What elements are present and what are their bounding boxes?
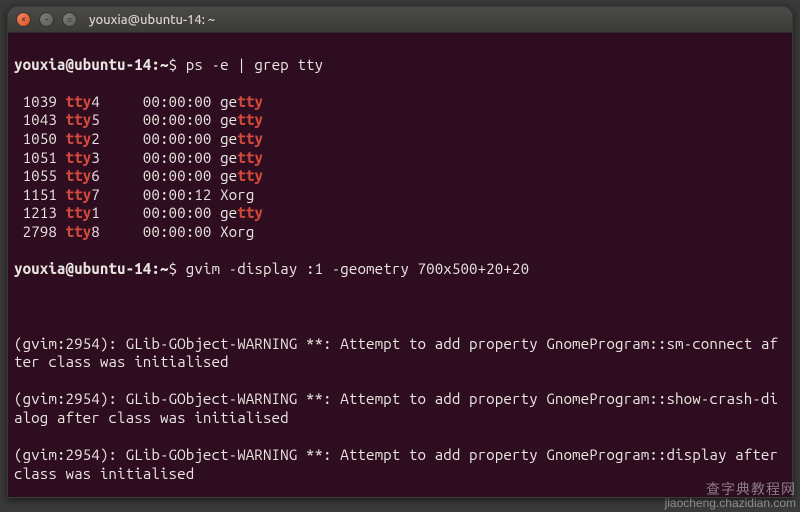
prompt-path: ~ — [160, 56, 169, 73]
blank-line — [14, 372, 786, 391]
close-icon[interactable]: × — [16, 12, 31, 27]
tty-num: 4 — [91, 93, 100, 110]
tty-match: tty — [66, 204, 92, 221]
tty-match: tty — [66, 186, 92, 203]
tty-match: tty — [237, 111, 263, 128]
row-rest: 00:00:00 ge — [100, 93, 237, 110]
tty-match: tty — [66, 223, 92, 240]
pid: 1151 — [14, 186, 66, 203]
pid: 1051 — [14, 149, 66, 166]
pid: 1039 — [14, 93, 66, 110]
pid: 2798 — [14, 223, 66, 240]
warning-line: (gvim:2954): GLib-GObject-WARNING **: At… — [14, 446, 786, 483]
ps-row: 1055 tty6 00:00:00 getty — [14, 167, 786, 186]
watermark-line-2: jiaocheng.chazidian.com — [665, 496, 796, 510]
ps-row: 1151 tty7 00:00:12 Xorg — [14, 186, 786, 205]
command-arg: tty — [297, 56, 323, 73]
pid: 1050 — [14, 130, 66, 147]
maximize-icon[interactable]: ▫ — [62, 12, 77, 27]
tty-num: 6 — [91, 167, 100, 184]
tty-num: 7 — [91, 186, 100, 203]
prompt-dollar: $ — [169, 260, 178, 277]
tty-match: tty — [66, 93, 92, 110]
prompt-line-2: youxia@ubuntu-14:~$ gvim -display :1 -ge… — [14, 260, 786, 279]
ps-row: 1043 tty5 00:00:00 getty — [14, 111, 786, 130]
prompt-dollar: $ — [169, 56, 178, 73]
prompt-path: ~ — [160, 260, 169, 277]
pid: 1213 — [14, 204, 66, 221]
window-title: youxia@ubuntu-14: ~ — [89, 13, 215, 27]
prompt-user-host: youxia@ubuntu-14 — [14, 260, 151, 277]
ps-row: 1213 tty1 00:00:00 getty — [14, 204, 786, 223]
row-rest: 00:00:00 ge — [100, 167, 237, 184]
watermark-line-1: 查字典教程网 — [665, 482, 796, 496]
ps-row: 1050 tty2 00:00:00 getty — [14, 130, 786, 149]
terminal-body[interactable]: youxia@ubuntu-14:~$ ps -e | grep tty 103… — [8, 33, 792, 498]
tty-num: 5 — [91, 111, 100, 128]
prompt-sep: : — [151, 56, 160, 73]
ps-output: 1039 tty4 00:00:00 getty 1043 tty5 00:00… — [14, 93, 786, 242]
tty-match: tty — [66, 167, 92, 184]
ps-row: 1039 tty4 00:00:00 getty — [14, 93, 786, 112]
tty-match: tty — [66, 111, 92, 128]
tty-num: 2 — [91, 130, 100, 147]
row-rest: 00:00:00 ge — [100, 149, 237, 166]
row-rest: 00:00:00 ge — [100, 111, 237, 128]
minimize-icon[interactable]: – — [39, 12, 54, 27]
tty-match: tty — [66, 130, 92, 147]
command-text: gvim -display :1 -geometry 700x500+20+20 — [186, 260, 529, 277]
tty-match: tty — [237, 149, 263, 166]
prompt-user-host: youxia@ubuntu-14 — [14, 56, 151, 73]
pid: 1043 — [14, 111, 66, 128]
terminal-window: × – ▫ youxia@ubuntu-14: ~ youxia@ubuntu-… — [7, 6, 793, 498]
ps-row: 1051 tty3 00:00:00 getty — [14, 149, 786, 168]
row-rest: 00:00:00 ge — [100, 204, 237, 221]
row-rest: 00:00:00 ge — [100, 130, 237, 147]
tty-num: 8 — [91, 223, 100, 240]
row-rest: 00:00:12 Xorg — [100, 186, 255, 203]
blank-line — [14, 297, 786, 316]
prompt-line-1: youxia@ubuntu-14:~$ ps -e | grep tty — [14, 56, 786, 75]
tty-num: 1 — [91, 204, 100, 221]
blank-line — [14, 427, 786, 446]
tty-num: 3 — [91, 149, 100, 166]
tty-match: tty — [237, 93, 263, 110]
row-rest: 00:00:00 Xorg — [100, 223, 255, 240]
tty-match: tty — [66, 149, 92, 166]
warning-output: (gvim:2954): GLib-GObject-WARNING **: At… — [14, 335, 786, 499]
tty-match: tty — [237, 167, 263, 184]
warning-line: (gvim:2954): GLib-GObject-WARNING **: At… — [14, 390, 786, 427]
title-bar[interactable]: × – ▫ youxia@ubuntu-14: ~ — [8, 7, 792, 33]
warning-line: (gvim:2954): GLib-GObject-WARNING **: At… — [14, 335, 786, 372]
tty-match: tty — [237, 130, 263, 147]
ps-row: 2798 tty8 00:00:00 Xorg — [14, 223, 786, 242]
command-text: ps -e | grep — [186, 56, 298, 73]
pid: 1055 — [14, 167, 66, 184]
tty-match: tty — [237, 204, 263, 221]
prompt-sep: : — [151, 260, 160, 277]
